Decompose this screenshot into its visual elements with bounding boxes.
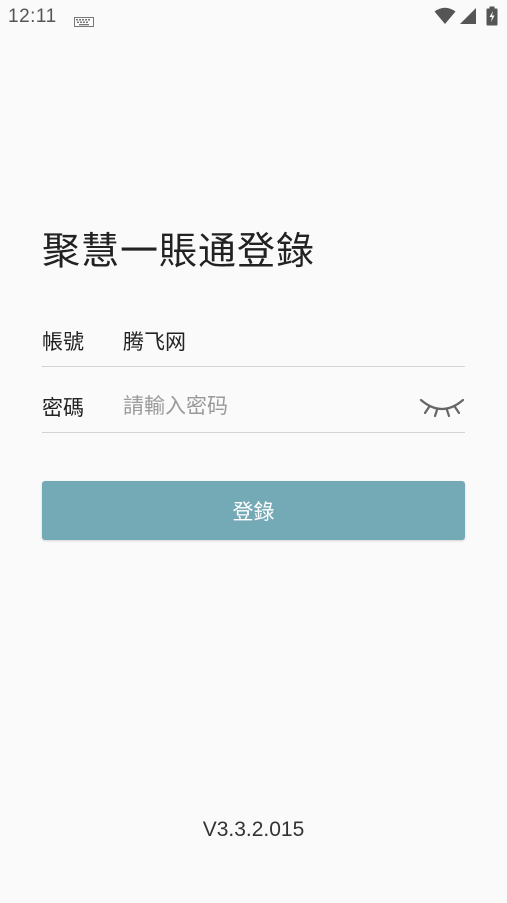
password-input[interactable]: [123, 388, 413, 424]
battery-charging-icon: [486, 6, 498, 30]
account-field[interactable]: 腾飞网: [123, 326, 186, 356]
version-label: V3.3.2.015: [202, 818, 305, 841]
status-bar: 12:11: [0, 0, 507, 34]
status-time: 12:11: [8, 6, 57, 27]
account-label: 帳號: [42, 330, 84, 354]
login-screen: 12:11 聚慧一賬通登錄 帳號 腾飞网 密碼 登錄 V3.3.2.015: [0, 0, 507, 903]
password-label: 密碼: [42, 396, 84, 420]
login-button[interactable]: 登錄: [42, 481, 465, 540]
keyboard-icon: [74, 12, 94, 31]
password-row: 密碼: [42, 384, 465, 433]
eye-closed-icon[interactable]: [419, 394, 465, 420]
account-row: 帳號 腾飞网: [42, 318, 465, 367]
wifi-icon: [434, 7, 456, 29]
page-title: 聚慧一賬通登錄: [42, 229, 316, 273]
signal-icon: [459, 7, 477, 29]
